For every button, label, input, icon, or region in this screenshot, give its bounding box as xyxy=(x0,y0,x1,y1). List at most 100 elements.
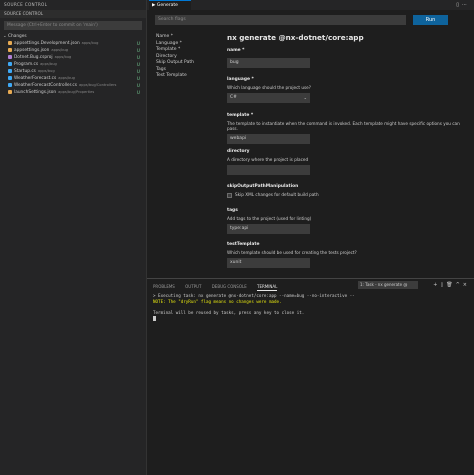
changed-file-item[interactable]: WeatherForecast.cs apps/bug U xyxy=(0,75,146,82)
terminal-cursor xyxy=(153,316,156,322)
field-directory: directory A directory where the project … xyxy=(227,149,463,175)
file-icon xyxy=(8,40,12,45)
template-input[interactable]: webapi xyxy=(227,134,310,144)
flags-nav: Name * Language * Template * Directory S… xyxy=(156,34,194,80)
bottom-panel: PROBLEMS OUTPUT DEBUG CONSOLE TERMINAL 1… xyxy=(147,278,474,475)
file-path: apps/bug/Controllers xyxy=(78,83,117,87)
file-status: U xyxy=(136,69,140,74)
generate-form: nx generate @nx-dotnet/core:app name * b… xyxy=(227,33,463,268)
tags-desc: Add tags to the project (used for lintin… xyxy=(227,216,312,221)
run-button[interactable]: Run xyxy=(413,15,448,25)
changed-file-item[interactable]: appsettings.Development.json apps/bug U xyxy=(0,40,146,47)
file-icon xyxy=(8,68,12,73)
file-name: appsettings.Development.json xyxy=(14,41,80,46)
language-label: language * xyxy=(227,77,254,82)
tags-input[interactable]: type:api xyxy=(227,224,310,234)
file-status: U xyxy=(136,62,140,67)
file-name: WeatherForecast.cs xyxy=(14,76,57,81)
sidebar-subheader[interactable]: SOURCE CONTROL xyxy=(0,10,146,18)
page-title: nx generate @nx-dotnet/core:app xyxy=(227,33,364,42)
file-icon xyxy=(8,75,12,80)
changes-label: Changes xyxy=(7,34,27,39)
file-name: appsettings.json xyxy=(14,48,50,53)
file-path: apps/bug xyxy=(51,48,69,52)
directory-desc: A directory where the project is placed xyxy=(227,157,309,162)
template-desc: The template to instantiate when the com… xyxy=(227,121,460,131)
chevron-down-icon: ⌄ xyxy=(303,95,307,100)
nav-item-skip-output-path[interactable]: Skip Output Path xyxy=(156,60,194,67)
file-status: U xyxy=(136,55,140,60)
test-template-desc: Which template should be used for creati… xyxy=(227,250,357,255)
field-template: template * The template to instantiate w… xyxy=(227,113,463,144)
language-select[interactable]: C# ⌄ xyxy=(227,93,310,103)
directory-input[interactable] xyxy=(227,165,310,175)
tab-label: Generate xyxy=(156,3,178,8)
search-flags-input[interactable]: Search flags xyxy=(155,15,406,25)
template-label: template * xyxy=(227,113,254,118)
editor-actions: ▯⋯ xyxy=(456,2,470,8)
terminal-select[interactable]: 1: Task - nx generate @ xyxy=(358,281,418,289)
editor-tab-bar: ▶ Generate ▯⋯ xyxy=(147,0,474,10)
field-language: language * Which language should the pro… xyxy=(227,77,463,103)
file-icon xyxy=(8,47,12,52)
panel-tabs: PROBLEMS OUTPUT DEBUG CONSOLE TERMINAL xyxy=(153,284,286,291)
panel-actions: +▯🗑^× xyxy=(433,282,470,288)
file-status: U xyxy=(136,48,140,53)
file-name: Dotnet.Bug.csproj xyxy=(14,55,53,60)
changes-section[interactable]: ⌄ Changes xyxy=(0,33,146,40)
tab-terminal[interactable]: TERMINAL xyxy=(257,284,278,291)
skip-output-desc: Skip XML changes for default build path xyxy=(235,192,319,197)
file-path: apps/bug xyxy=(58,76,75,80)
test-template-label: testTemplate xyxy=(227,242,260,247)
field-skip-output: skipOutputPathManipulation Skip XML chan… xyxy=(227,184,463,198)
changed-file-item[interactable]: launchSettings.json apps/bug/Properties U xyxy=(0,89,146,96)
file-status: U xyxy=(136,83,140,88)
name-label: name * xyxy=(227,48,245,53)
nav-item-test-template[interactable]: Test Template xyxy=(156,73,194,80)
changed-file-item[interactable]: WeatherForecastController.cs apps/bug/Con… xyxy=(0,82,146,89)
close-icon[interactable]: × xyxy=(463,282,470,288)
changed-file-item[interactable]: Dotnet.Bug.csproj apps/bug U xyxy=(0,54,146,61)
terminal-cursor-line xyxy=(153,316,467,322)
file-name: WeatherForecastController.cs xyxy=(14,83,77,88)
file-status: U xyxy=(136,76,140,81)
terminal-output[interactable]: > Executing task: nx generate @nx-dotnet… xyxy=(153,293,467,322)
language-desc: Which language should the project use? xyxy=(227,85,311,90)
tags-label: tags xyxy=(227,208,238,213)
file-path: apps/bug xyxy=(81,41,99,45)
changed-file-item[interactable]: appsettings.json apps/bug U xyxy=(0,47,146,54)
file-name: Program.cs xyxy=(14,62,39,67)
changed-file-item[interactable]: Program.cs apps/bug U xyxy=(0,61,146,68)
skip-output-label: skipOutputPathManipulation xyxy=(227,184,299,189)
commit-message-input[interactable]: Message (Ctrl+Enter to commit on 'main') xyxy=(4,21,142,30)
file-path: apps/bug xyxy=(37,69,55,73)
file-status: U xyxy=(136,41,140,46)
maximize-icon[interactable]: ^ xyxy=(456,282,463,288)
language-value: C# xyxy=(230,95,237,100)
field-test-template: testTemplate Which template should be us… xyxy=(227,242,463,268)
file-path: apps/bug/Properties xyxy=(58,90,95,94)
field-name: name * bug xyxy=(227,48,463,68)
directory-label: directory xyxy=(227,149,250,154)
tab-generate[interactable]: ▶ Generate xyxy=(149,0,191,10)
source-control-sidebar: SOURCE CONTROL SOURCE CONTROL Message (C… xyxy=(0,0,147,475)
file-name: launchSettings.json xyxy=(14,90,57,95)
skip-output-checkbox-row[interactable]: Skip XML changes for default build path xyxy=(227,192,463,198)
tab-output[interactable]: OUTPUT xyxy=(185,284,201,289)
file-icon xyxy=(8,54,12,59)
skip-output-checkbox[interactable] xyxy=(227,192,232,198)
more-actions-icon[interactable]: ⋯ xyxy=(462,2,470,8)
name-input[interactable]: bug xyxy=(227,58,310,68)
file-icon xyxy=(8,61,12,66)
file-icon xyxy=(8,89,12,94)
file-name: Startup.cs xyxy=(14,69,36,74)
field-tags: tags Add tags to the project (used for l… xyxy=(227,208,463,234)
file-status: U xyxy=(136,90,140,95)
trash-icon[interactable]: 🗑 xyxy=(446,282,455,288)
tab-problems[interactable]: PROBLEMS xyxy=(153,284,175,289)
changed-file-item[interactable]: Startup.cs apps/bug U xyxy=(0,68,146,75)
sidebar-header: SOURCE CONTROL xyxy=(4,2,48,7)
test-template-input[interactable]: xunit xyxy=(227,258,310,268)
changed-files-list: appsettings.Development.json apps/bug Uapp… xyxy=(0,40,146,96)
tab-debug-console[interactable]: DEBUG CONSOLE xyxy=(212,284,247,289)
